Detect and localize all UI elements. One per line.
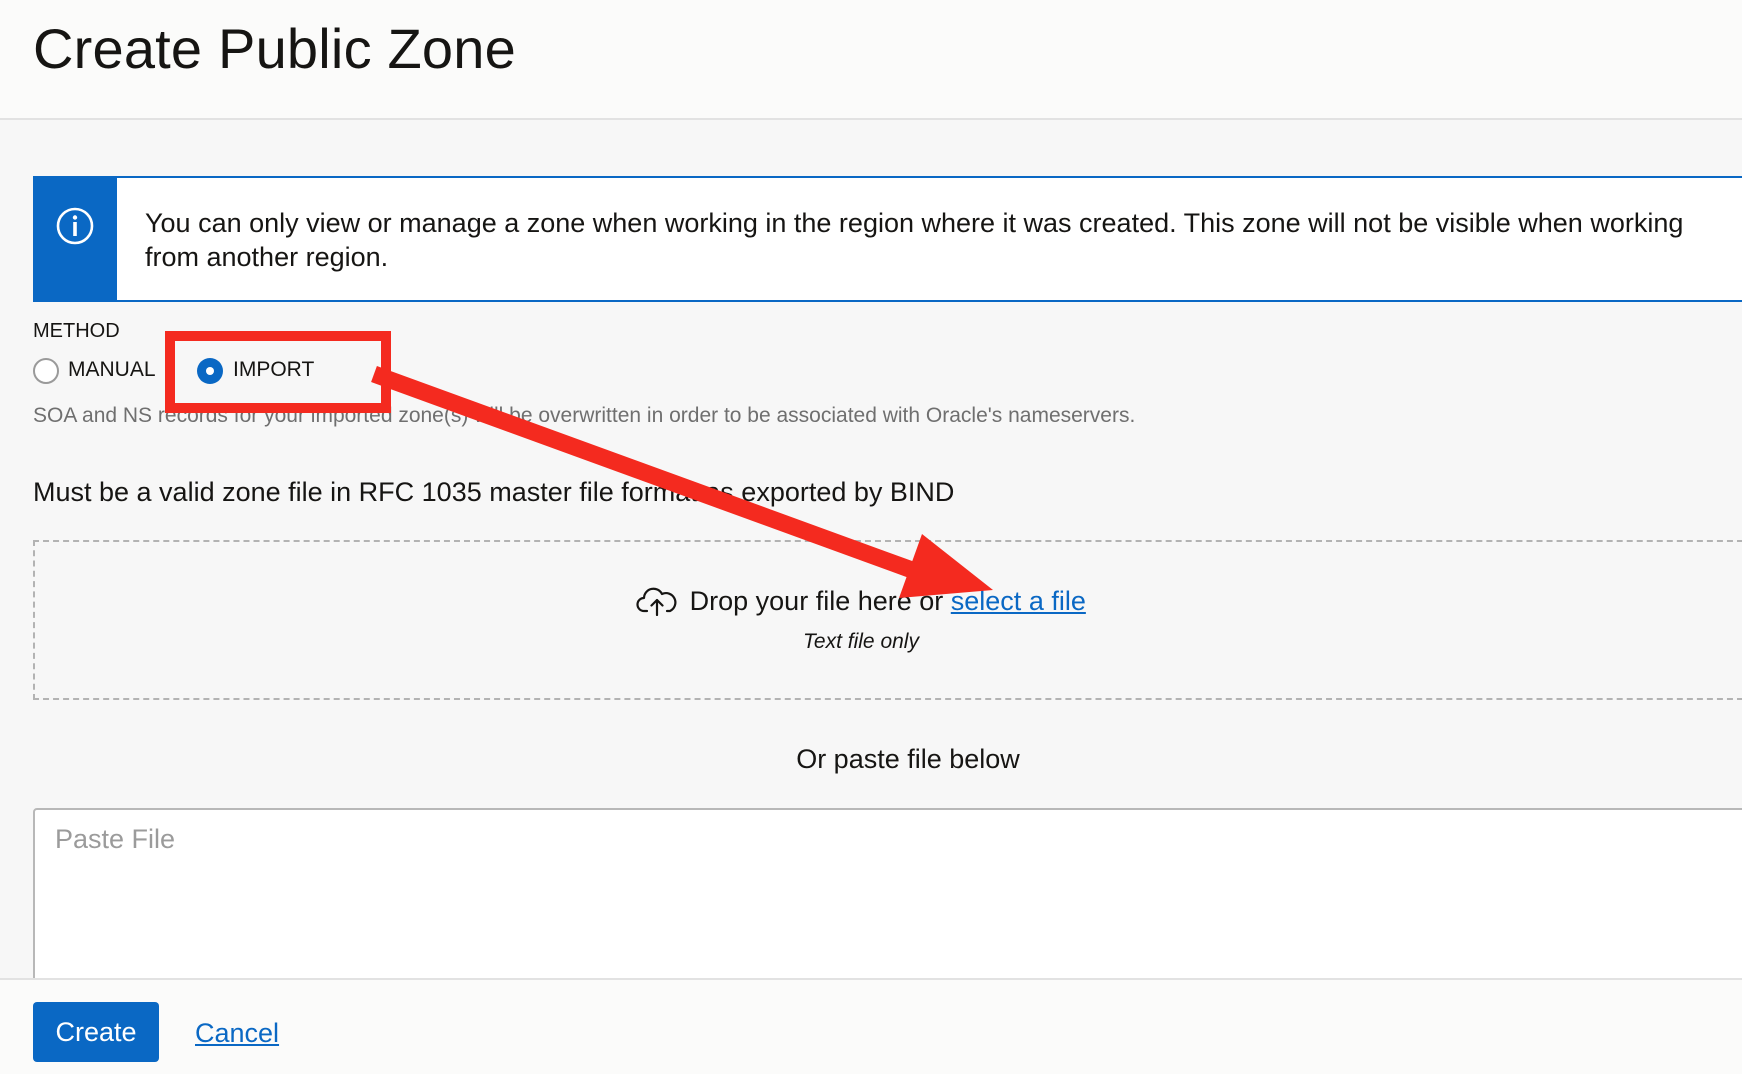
cloud-upload-icon bbox=[636, 587, 677, 617]
dropzone-line: Drop your file here or select a file bbox=[35, 586, 1742, 617]
method-radio-import-label[interactable]: IMPORT bbox=[233, 358, 314, 382]
cancel-link[interactable]: Cancel bbox=[195, 1018, 279, 1049]
method-hint: SOA and NS records for your imported zon… bbox=[33, 404, 1136, 427]
info-icon bbox=[56, 207, 94, 245]
paste-file-textarea[interactable] bbox=[33, 808, 1742, 988]
method-radio-manual-label[interactable]: MANUAL bbox=[68, 358, 156, 382]
method-radio-import[interactable] bbox=[197, 358, 223, 384]
import-requirement: Must be a valid zone file in RFC 1035 ma… bbox=[33, 477, 955, 507]
dropzone-text: Drop your file here or bbox=[689, 586, 944, 616]
info-banner-message: You can only view or manage a zone when … bbox=[145, 208, 1684, 272]
info-banner-stripe bbox=[33, 176, 117, 302]
info-banner: You can only view or manage a zone when … bbox=[33, 176, 1742, 302]
page-title: Create Public Zone bbox=[33, 17, 516, 80]
page-header: Create Public Zone bbox=[0, 0, 1742, 120]
method-label: METHOD bbox=[33, 320, 120, 342]
create-button[interactable]: Create bbox=[33, 1002, 159, 1062]
method-radio-manual[interactable] bbox=[33, 358, 59, 384]
footer-bar: Create Cancel bbox=[0, 978, 1742, 1074]
file-dropzone[interactable]: Drop your file here or select a file Tex… bbox=[33, 540, 1742, 700]
select-file-link[interactable]: select a file bbox=[951, 586, 1086, 616]
paste-heading: Or paste file below bbox=[796, 744, 1020, 774]
dropzone-subtext: Text file only bbox=[803, 630, 919, 653]
